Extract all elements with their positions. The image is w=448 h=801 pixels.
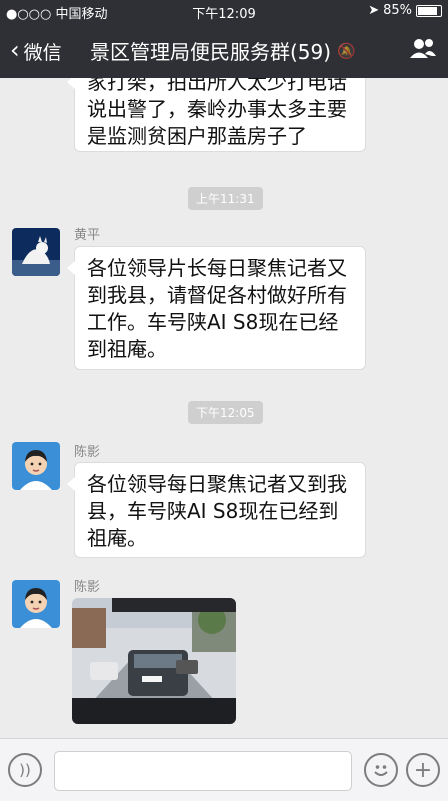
cartoon-man-avatar-icon <box>12 442 60 490</box>
message-input[interactable] <box>54 751 352 791</box>
sender-name: 陈影 <box>74 445 101 460</box>
image-message[interactable] <box>72 598 236 724</box>
plus-icon: + <box>413 757 433 783</box>
location-icon: ➤ <box>368 3 380 18</box>
avatar[interactable] <box>12 442 60 490</box>
message-bubble[interactable]: 各位领导每日聚焦记者又到我县，车号陕AI S8现在已经到祖庵。 <box>67 462 366 558</box>
status-right: ➤ 85% <box>368 3 442 18</box>
back-label: 微信 <box>23 41 62 64</box>
group-info-button[interactable] <box>408 36 438 66</box>
battery-percent: 85% <box>383 3 412 18</box>
smiley-icon <box>374 765 388 776</box>
voice-icon: )) <box>19 761 31 779</box>
back-button[interactable]: ‹ 微信 <box>10 36 62 65</box>
avatar[interactable] <box>12 580 60 628</box>
avatar[interactable] <box>12 228 60 276</box>
message-bubble[interactable]: 各位领导片长每日聚焦记者又到我县，请督促各村做好所有工作。车号陕AI S8现在已… <box>67 246 366 370</box>
message-text: 各位领导每日聚焦记者又到我县，车号陕AI S8现在已经到祖庵。 <box>87 472 347 550</box>
message-bubble[interactable]: 家打架，拍出所人太少打电话说出警了，秦岭办事太多主要是监测贫困户那盖房子了 <box>67 78 366 152</box>
emoji-button[interactable] <box>364 753 398 787</box>
chat-title: 景区管理局便民服务群(59) 🔕 <box>90 36 356 65</box>
nav-bar: ‹ 微信 景区管理局便民服务群(59) 🔕 <box>0 22 448 78</box>
group-members-icon <box>410 39 436 58</box>
chevron-left-icon: ‹ <box>10 36 20 64</box>
timestamp: 下午12:05 <box>188 401 263 424</box>
battery-icon <box>416 4 442 17</box>
status-bar: ●○○○ 中国移动 下午12:09 ➤ 85% <box>0 0 448 22</box>
cartoon-man-avatar-icon <box>12 580 60 628</box>
sender-name: 陈影 <box>74 580 101 595</box>
message-list[interactable]: 家打架，拍出所人太少打电话说出警了，秦岭办事太多主要是监测贫困户那盖房子了 上午… <box>0 78 448 738</box>
input-bar: )) + <box>0 738 448 801</box>
street-photo <box>72 598 236 724</box>
more-button[interactable]: + <box>406 753 440 787</box>
mute-icon: 🔕 <box>337 41 356 60</box>
chat-title-text: 景区管理局便民服务群(59) <box>90 40 332 64</box>
message-text: 家打架，拍出所人太少打电话说出警了，秦岭办事太多主要是监测贫困户那盖房子了 <box>87 78 347 148</box>
sender-name: 黄平 <box>74 228 101 243</box>
arctic-fox-avatar-icon <box>12 228 60 276</box>
voice-button[interactable]: )) <box>8 753 42 787</box>
timestamp: 上午11:31 <box>188 187 263 210</box>
message-text: 各位领导片长每日聚焦记者又到我县，请督促各村做好所有工作。车号陕AI S8现在已… <box>87 256 347 361</box>
